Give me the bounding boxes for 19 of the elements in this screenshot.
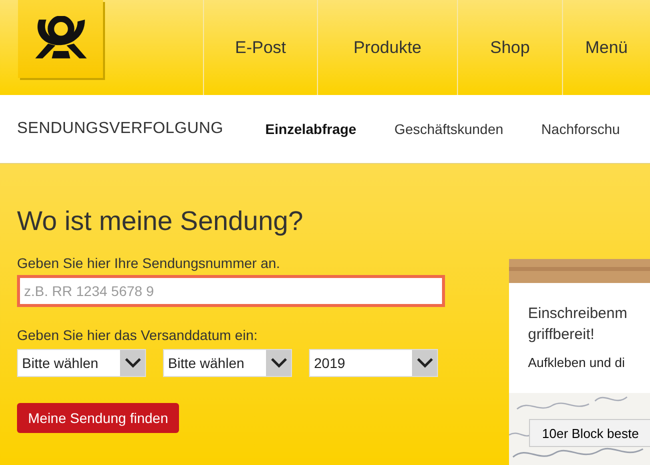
subnav-link[interactable]: Nachforschu [541,121,620,137]
page-heading: Wo ist meine Sendung? [17,206,304,237]
order-button[interactable]: 10er Block beste [529,419,650,447]
date-select[interactable]: Bitte wählen [17,349,146,377]
promo-title: Einschreibenm griffbereit! [528,304,628,345]
date-select[interactable]: Bitte wählen [163,349,292,377]
logo-tile[interactable] [18,0,103,78]
chevron-down-icon [120,350,145,376]
field-label: Geben Sie hier das Versanddatum ein: [17,327,258,343]
date-select[interactable]: 2019 [309,349,438,377]
chevron-down-icon [266,350,291,376]
subnav-link[interactable]: Einzelabfrage [265,121,356,137]
submit-button[interactable]: Meine Sendung finden [17,403,180,433]
section-title: SENDUNGSVERFOLGUNG [17,120,224,138]
tracking-number-field[interactable]: z.B. RR 1234 5678 9 [17,275,445,307]
promo-text: Aufkleben und di [528,355,626,370]
chevron-down-icon [412,350,437,376]
field-label: Geben Sie hier Ihre Sendungsnummer an. [17,255,280,271]
subnav-link[interactable]: Geschäftskunden [394,121,504,137]
